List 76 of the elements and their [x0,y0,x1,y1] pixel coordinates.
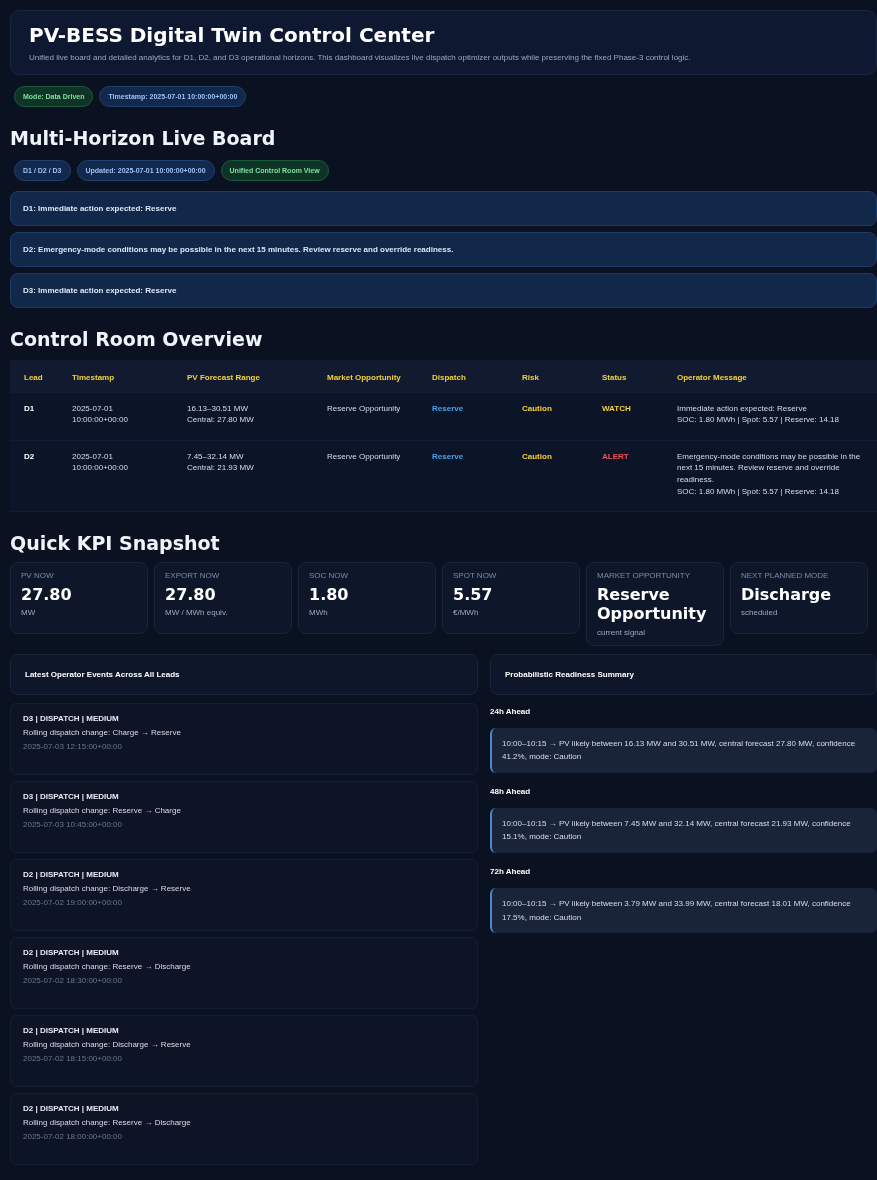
readiness-note: 10:00–10:15 → PV likely between 3.79 MW and 33.99 MW, central forecast 18.01 MW, confidence 17.5%, mode: Caution [490,887,877,934]
table-cell-text: 2025-07-01 10:00:00+00:00 [72,450,129,475]
table-cell-text: Reserve [432,450,465,463]
column-header: Operator Message [677,372,748,384]
event-heading: D2 | DISPATCH | MEDIUM [23,1103,120,1113]
kpi-unit: MWh [309,608,329,618]
table-cell-text: Reserve [432,402,465,415]
table-cell-text: 2025-07-01 10:00:00+00:00 [72,402,129,426]
event-text: Rolling dispatch change: Reserve → Charge [23,805,182,815]
page-subtitle: Unified live board and detailed analytics for D1, D2, and D3 operational horizons. This dashboard visualizes live dispatch optimizer outputs while preserving the fixed Phase-3 control logic. [29,53,692,62]
kpi-value: 1.80 [309,585,350,605]
panel-title: Probabilistic Readiness Summary [505,669,634,679]
event-heading: D2 | DISPATCH | MEDIUM [23,869,120,879]
section-heading: Control Room Overview [10,328,264,350]
section-heading: Multi-Horizon Live Board [10,127,277,149]
kpi-label: MARKET OPPORTUNITY [597,571,692,581]
table-cell-text: 7.45–32.14 MW Central: 21.93 MW [187,450,255,475]
event-time: 2025-07-03 10:45:00+00:00 [23,819,123,829]
kpi-value: 5.57 [453,585,494,605]
page-title: PV-BESS Digital Twin Control Center [29,23,436,47]
readiness-note: 10:00–10:15 → PV likely between 7.45 MW and 32.14 MW, central forecast 21.93 MW, confidence 15.1%, mode: Caution [490,807,877,853]
column-header: Dispatch [432,372,467,384]
column-header: Lead [24,372,44,384]
alert-banner: D3: Immediate action expected: Reserve [10,273,877,308]
kpi-unit: scheduled [741,608,779,618]
kpi-value: Reserve Opportunity [597,585,708,624]
table-cell-text: Reserve Opportunity [327,402,402,415]
table-cell-text: Emergency-mode conditions may be possible in the next 15 minutes. Review reserve and override readiness. SOC: 1.80 MWh | Spot: 5.57 | Reserve: 14.18 [677,450,862,498]
kpi-label: EXPORT NOW [165,571,221,581]
event-heading: D3 | DISPATCH | MEDIUM [23,791,120,801]
alert-banner: D1: Immediate action expected: Reserve [10,191,877,226]
kpi-value: Discharge [741,585,833,605]
kpi-unit: current signal [597,627,647,637]
readiness-note: 10:00–10:15 → PV likely between 16.13 MW and 30.51 MW, central forecast 27.80 MW, confidence 41.2%, mode: Caution [490,727,877,773]
table-cell-text: D1 [24,402,36,415]
event-time: 2025-07-03 12:15:00+00:00 [23,741,123,751]
event-text: Rolling dispatch change: Discharge → Reserve [23,883,192,893]
event-heading: D2 | DISPATCH | MEDIUM [23,947,120,957]
table-cell-text: Reserve Opportunity [327,450,402,463]
column-header: Risk [522,372,540,384]
table-cell-text: WATCH [602,402,632,415]
event-text: Rolling dispatch change: Discharge → Reserve [23,1039,192,1049]
column-header: Market Opportunity [327,372,402,384]
event-heading: D2 | DISPATCH | MEDIUM [23,1025,120,1035]
horizon-heading: 48h Ahead [490,786,532,796]
kpi-label: SPOT NOW [453,571,498,581]
table-cell-text: Caution [522,402,553,415]
alert-banner: D2: Emergency-mode conditions may be possible in the next 15 minutes. Review reserve and override readiness. [10,232,877,267]
event-time: 2025-07-02 18:15:00+00:00 [23,1053,123,1063]
column-header: PV Forecast Range [187,372,261,384]
kpi-label: PV NOW [21,571,55,581]
event-time: 2025-07-02 18:30:00+00:00 [23,975,123,985]
horizon-heading: 24h Ahead [490,706,532,716]
table-cell-text: D2 [24,450,36,463]
event-text: Rolling dispatch change: Charge → Reserve [23,727,182,737]
panel-title: Latest Operator Events Across All Leads [25,669,180,679]
table-cell-text: Immediate action expected: Reserve SOC: 1.80 MWh | Spot: 5.57 | Reserve: 14.18 [677,402,840,426]
kpi-label: SOC NOW [309,571,350,581]
kpi-unit: MW [21,608,37,618]
event-text: Rolling dispatch change: Reserve → Discharge [23,961,192,971]
column-header: Status [602,372,628,384]
table-cell-text: 16.13–30.51 MW Central: 27.80 MW [187,402,255,426]
kpi-value: 27.80 [21,585,73,605]
event-time: 2025-07-02 19:00:00+00:00 [23,897,123,907]
table-cell-text: ALERT [602,450,630,463]
table-cell-text: Caution [522,450,553,463]
horizon-heading: 72h Ahead [490,866,532,876]
kpi-value: 27.80 [165,585,217,605]
event-time: 2025-07-02 18:00:00+00:00 [23,1131,123,1141]
kpi-unit: €/MWh [453,608,480,618]
kpi-label: NEXT PLANNED MODE [741,571,830,581]
section-heading: Quick KPI Snapshot [10,532,221,555]
event-heading: D3 | DISPATCH | MEDIUM [23,713,120,723]
event-text: Rolling dispatch change: Reserve → Discharge [23,1117,192,1127]
column-header: Timestamp [72,372,116,384]
kpi-unit: MW / MWh equiv. [165,608,229,618]
